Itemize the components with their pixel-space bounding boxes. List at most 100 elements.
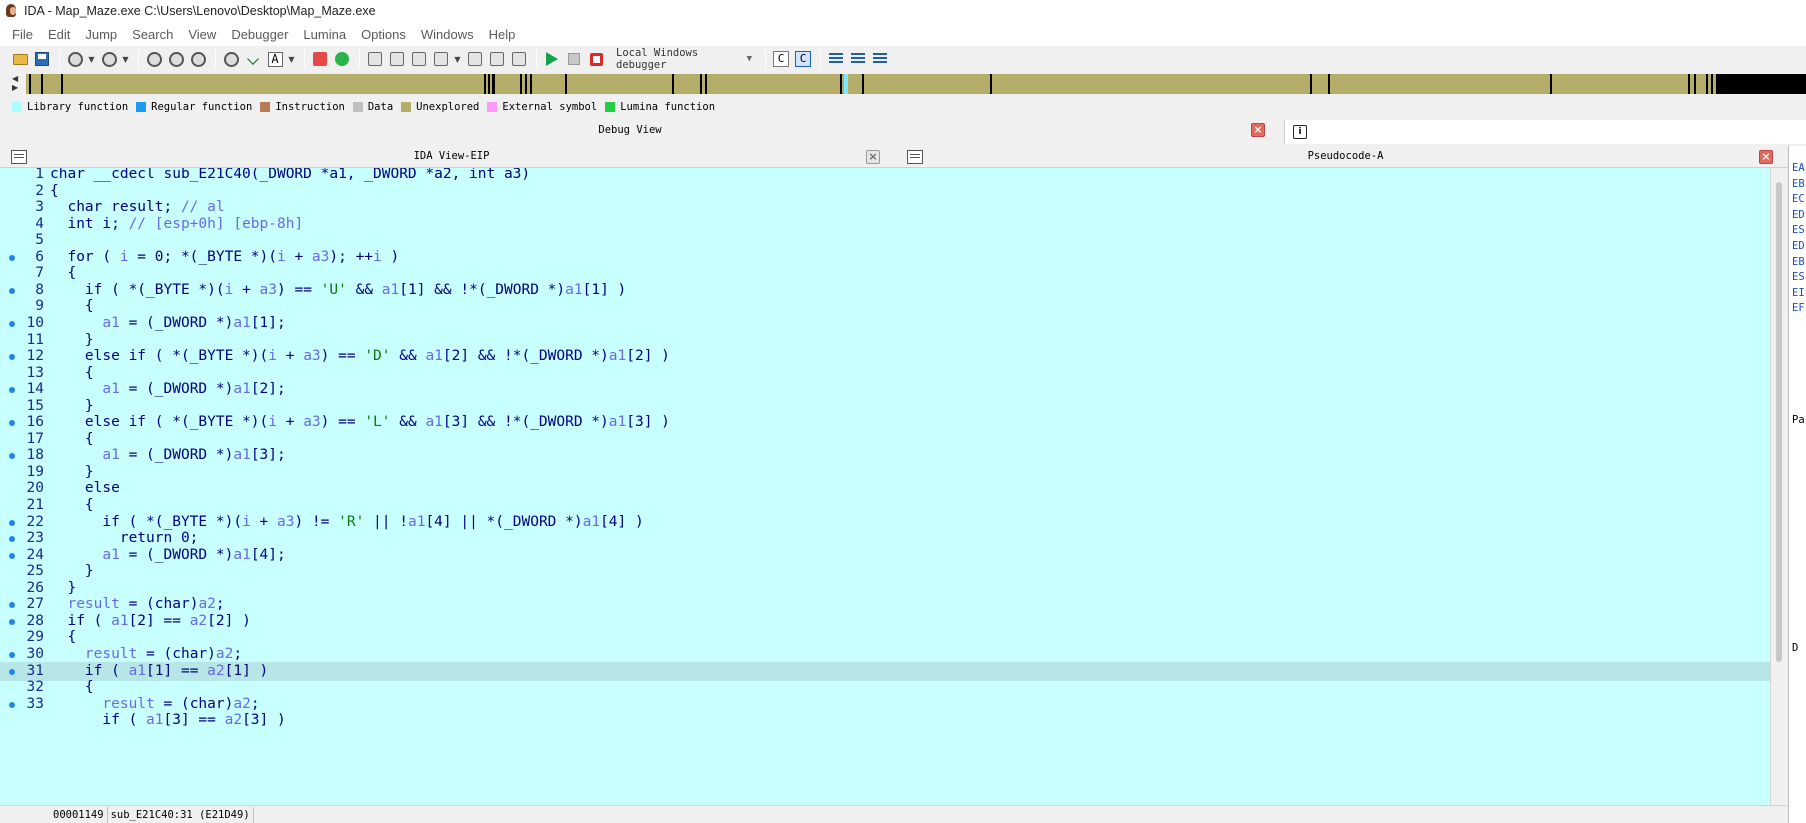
pause-process-button[interactable]	[564, 49, 584, 69]
breakpoint-add-button[interactable]	[848, 49, 868, 69]
breakpoint-dot-icon[interactable]	[9, 254, 15, 261]
scrollbar-thumb[interactable]	[1776, 182, 1782, 662]
register-label[interactable]: EI	[1792, 287, 1805, 299]
register-label[interactable]: EA	[1792, 162, 1805, 174]
code-scrollbar[interactable]	[1770, 168, 1788, 805]
code-token: a3	[303, 348, 321, 365]
ida-view-title[interactable]: IDA View-EIP	[0, 150, 903, 162]
breakpoint-dot-icon[interactable]	[9, 387, 15, 394]
menu-options[interactable]: Options	[355, 27, 412, 42]
enums-button[interactable]	[188, 49, 208, 69]
register-label[interactable]: EF	[1792, 302, 1805, 314]
pseudocode-close-button[interactable]: ×	[1759, 150, 1773, 164]
jump-forward-dropdown[interactable]: ▼	[121, 49, 130, 69]
menu-lumina[interactable]: Lumina	[297, 27, 352, 42]
jump-back-dropdown[interactable]: ▼	[87, 49, 96, 69]
breakpoint-dot-icon[interactable]	[9, 320, 15, 327]
save-button[interactable]	[32, 49, 52, 69]
diamond-button[interactable]	[509, 49, 529, 69]
pseudocode-view[interactable]: 1 char __cdecl sub_E21C40(_DWORD *a1, _DW…	[0, 168, 1770, 805]
menu-edit[interactable]: Edit	[42, 27, 76, 42]
menu-file[interactable]: File	[6, 27, 39, 42]
text-button[interactable]: A	[265, 49, 285, 69]
register-label[interactable]: ES	[1792, 224, 1805, 236]
title-bar: IDA - Map_Maze.exe C:\Users\Lenovo\Deskt…	[0, 0, 1806, 22]
toolbar-separator	[820, 50, 821, 68]
debug-view-close-button[interactable]: ×	[1251, 123, 1265, 137]
breakpoint-list-button[interactable]	[826, 49, 846, 69]
breakpoint-dot-icon[interactable]	[9, 354, 15, 361]
code-token: {	[50, 497, 94, 513]
code-token: = 0; *(_BYTE *)(	[128, 248, 277, 265]
register-label[interactable]: ED	[1792, 209, 1805, 221]
save-icon	[35, 52, 49, 66]
breakpoint-dot-icon[interactable]	[9, 668, 15, 675]
register-label[interactable]: ES	[1792, 271, 1805, 283]
nav-arrows-icon[interactable]: ◀ ▶	[12, 74, 22, 92]
lumina-button[interactable]	[332, 49, 352, 69]
text-dropdown[interactable]: ▼	[287, 49, 296, 69]
functions-button[interactable]	[409, 49, 429, 69]
register-label[interactable]: EB	[1792, 256, 1805, 268]
menu-search[interactable]: Search	[126, 27, 179, 42]
pseudocode-header[interactable]: Pseudocode-A ×	[903, 146, 1788, 168]
toolbar-separator	[536, 50, 537, 68]
code-token: }	[50, 563, 94, 580]
code-token: ) ==	[320, 348, 365, 365]
menu-debugger[interactable]: Debugger	[225, 27, 294, 42]
registers-side-panel[interactable]: EA EB EC ED ES ED EB ES EI EF Pa D	[1788, 146, 1806, 823]
jump-button[interactable]	[243, 49, 263, 69]
menu-jump[interactable]: Jump	[79, 27, 123, 42]
graph-button[interactable]	[310, 49, 330, 69]
breakpoint-remove-button[interactable]	[870, 49, 890, 69]
register-label[interactable]: ED	[1792, 240, 1805, 252]
menu-help[interactable]: Help	[483, 27, 522, 42]
breakpoint-dot-icon[interactable]	[9, 651, 15, 658]
breakpoint-dot-icon[interactable]	[9, 420, 15, 427]
names-button[interactable]	[387, 49, 407, 69]
code-token: for (	[50, 248, 120, 265]
trace-c-active-button[interactable]: C	[793, 49, 813, 69]
segments-button[interactable]	[365, 49, 385, 69]
code-text[interactable]: if ( a1[3] == a2[3] )	[50, 711, 285, 730]
breakpoint-dot-icon[interactable]	[9, 287, 15, 294]
info-icon[interactable]: i	[1293, 125, 1307, 139]
strings-button[interactable]	[431, 49, 451, 69]
start-process-button[interactable]	[542, 49, 562, 69]
views-dropdown[interactable]: ▼	[453, 49, 462, 69]
breakpoint-dot-icon[interactable]	[9, 618, 15, 625]
code-token: a2	[189, 612, 208, 629]
breakpoint-dot-icon[interactable]	[9, 552, 15, 559]
navigation-strip[interactable]	[26, 74, 1806, 94]
ida-view-header[interactable]: IDA View-EIP ×	[0, 146, 903, 168]
hex-view-button[interactable]	[144, 49, 164, 69]
register-label[interactable]: EB	[1792, 178, 1805, 190]
debug-view-title[interactable]: Debug View	[0, 124, 1260, 136]
ida-view-close-button[interactable]: ×	[866, 150, 880, 164]
forward-icon	[101, 51, 117, 67]
jump-back-button[interactable]	[65, 49, 85, 69]
open-file-button[interactable]	[10, 49, 30, 69]
debugger-select[interactable]: Local Windows debugger ▼	[612, 47, 756, 71]
breakpoint-dot-icon[interactable]	[9, 519, 15, 526]
menu-windows[interactable]: Windows	[415, 27, 480, 42]
navigation-band[interactable]: ◀ ▶	[0, 72, 1806, 96]
register-label[interactable]: EC	[1792, 193, 1805, 205]
code-token: // [esp+0h] [ebp-8h]	[128, 215, 304, 232]
breakpoint-dot-icon[interactable]	[9, 701, 15, 708]
trace-c-button[interactable]: C	[771, 49, 791, 69]
terminate-process-button[interactable]	[586, 49, 606, 69]
imports-button[interactable]	[465, 49, 485, 69]
breakpoint-dot-icon[interactable]	[9, 602, 15, 609]
jump-forward-button[interactable]	[99, 49, 119, 69]
pseudocode-title[interactable]: Pseudocode-A	[903, 150, 1788, 162]
code-line[interactable]: if ( a1[3] == a2[3] )	[0, 711, 1770, 730]
breakpoint-dot-icon[interactable]	[9, 536, 15, 543]
breakpoint-dot-icon[interactable]	[9, 453, 15, 460]
xrefs-button[interactable]	[221, 49, 241, 69]
patch-button[interactable]	[487, 49, 507, 69]
side-panel-tab[interactable]: i	[1284, 120, 1806, 144]
menu-view[interactable]: View	[182, 27, 222, 42]
code-token: = (_DWORD *)	[119, 447, 234, 464]
structures-button[interactable]	[166, 49, 186, 69]
